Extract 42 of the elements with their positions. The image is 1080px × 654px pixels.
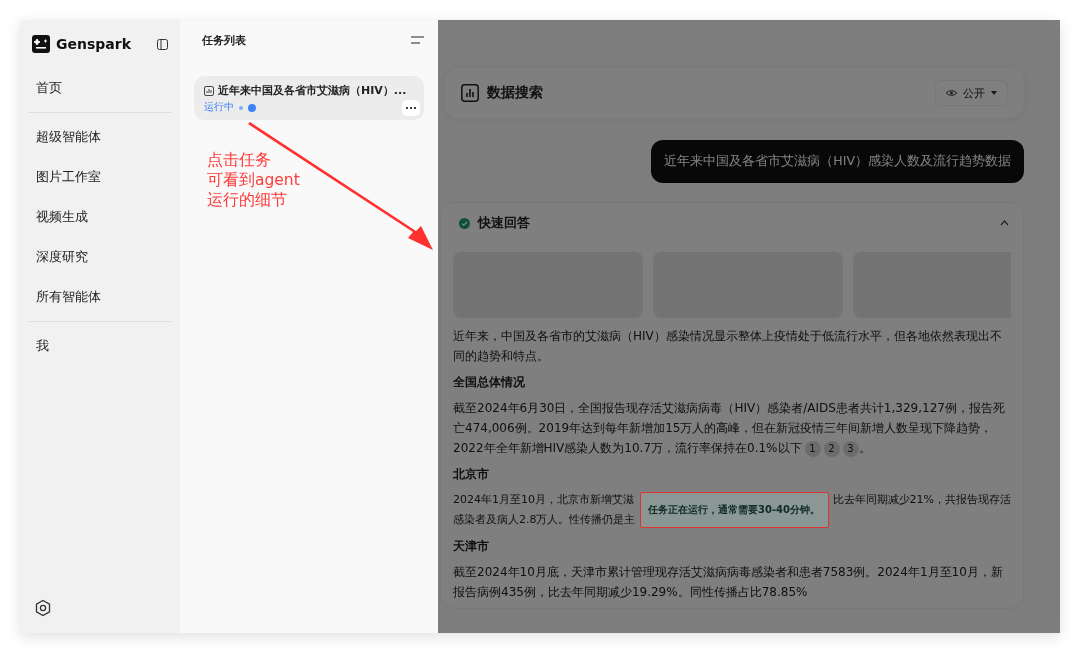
menu-icon[interactable] <box>411 36 424 44</box>
paragraph-fragment: 2024年1月至10月，北京市新增艾滋 <box>453 492 635 508</box>
chevron-icon[interactable] <box>1000 220 1009 226</box>
caret-icon <box>991 91 997 95</box>
chart-icon <box>204 85 214 96</box>
nav-item[interactable]: 深度研究 <box>28 237 172 277</box>
status-toast: 任务正在运行，通常需要30-40分钟。 <box>639 492 829 528</box>
paragraph-fragment: 感染者及病人2.8万人。性传播仍是主 <box>453 512 636 528</box>
paragraph-fragment: 比去年同期减少21%，共报告现存活 <box>832 492 1011 508</box>
page-title: 数据搜索 <box>487 84 544 102</box>
task-status: 运行中 <box>204 101 234 114</box>
citation-link[interactable]: 2 <box>823 440 840 457</box>
paragraph: 近年来，中国及各省市的艾滋病（HIV）感染情况显示整体上疫情处于低流行水平，但各地依然表现出不同的趋势和特点。 <box>453 328 1003 365</box>
citation-link[interactable]: 3 <box>842 440 859 457</box>
brand-name: Genspark <box>56 36 132 52</box>
paragraph: 截至2024年10月底，天津市累计管理现存活艾滋病病毒感染者和患者7583例。2024年1月至10月，新报告病例435例，比去年同期减少19.29%。同性传播占比78.85% <box>453 564 1004 601</box>
progress-dot <box>239 105 243 110</box>
check-icon <box>459 217 470 229</box>
more-button[interactable] <box>402 100 420 116</box>
nav-item[interactable]: 超级智能体 <box>28 117 172 157</box>
task-title: 近年来中国及各省市艾滋病（HIV）... <box>218 83 407 98</box>
logo-icon <box>32 35 50 53</box>
section-title: 快速回答 <box>478 214 531 232</box>
nav-item[interactable]: 我 <box>28 326 172 366</box>
nav-item[interactable]: 所有智能体 <box>28 277 172 317</box>
nav-item[interactable]: 视频生成 <box>28 197 172 237</box>
task-card[interactable]: 近年来中国及各省市艾滋病（HIV）... 运行中 <box>194 76 424 120</box>
progress-dot <box>248 103 256 112</box>
nav-item[interactable]: 图片工作室 <box>28 157 172 197</box>
nav-item[interactable]: 首页 <box>28 68 172 108</box>
section-heading: 全国总体情况 <box>453 374 526 391</box>
visibility-dropdown[interactable]: 公开 <box>935 80 1008 106</box>
annotation-text: 点击任务 可看到agent 运行的细节 <box>207 150 300 210</box>
sidebar-toggle-icon[interactable] <box>157 38 168 50</box>
user-message: 近年来中国及各省市艾滋病（HIV）感染人数及流行趋势数据 <box>651 140 1024 183</box>
chart-icon <box>461 84 479 102</box>
eye-icon <box>946 89 957 97</box>
section-heading: 北京市 <box>453 466 490 483</box>
paragraph: 截至2024年6月30日，全国报告现存活艾滋病病毒（HIV）感染者/AIDS患者共计1,329,127例，报告死亡474,006例。2019年达到每年新增加15万人的高峰，但在新冠疫情三年间新增人数呈现下降趋势，2022年全年新增HIV感染人数为10.7万，流行率保持在0.1%以下 1 2 3 。 <box>453 400 1006 458</box>
section-heading: 天津市 <box>453 538 490 555</box>
task-list-title: 任务列表 <box>202 32 246 48</box>
citation-link[interactable]: 1 <box>804 440 821 457</box>
